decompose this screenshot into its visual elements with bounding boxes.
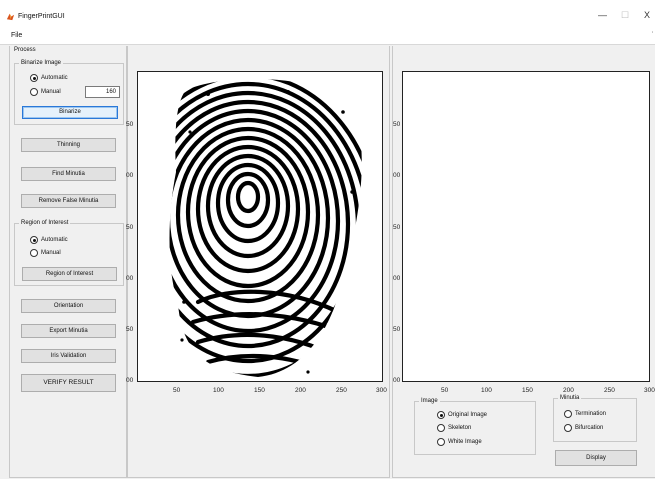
radio-label: Termination [575,411,607,417]
left-y-tick: 00 [126,377,134,384]
right-y-tick: 50 [393,121,401,128]
roi-group: Region of Interest Automatic Manual Regi… [14,220,124,286]
menu-file[interactable]: File [11,32,22,39]
binarize-group: Binarize Image Automatic Manual 160 Bina… [14,60,124,125]
iris-validation-button[interactable]: Iris Validation [21,349,116,363]
left-y-tick: 50 [126,224,134,231]
original-image-radio[interactable]: Original Image [437,411,487,419]
bifurcation-radio[interactable]: Bifurcation [564,424,603,432]
right-x-tick: 250 [604,387,615,394]
thinning-button[interactable]: Thinning [21,138,116,152]
radio-indicator [437,411,445,419]
right-x-tick: 50 [441,387,449,394]
maximize-button[interactable]: ☐ [621,10,629,20]
skeleton-radio[interactable]: Skeleton [437,424,471,432]
right-axes[interactable] [402,71,650,382]
window-title: FingerPrintGUI [18,13,65,20]
left-axes[interactable] [137,71,383,382]
left-x-tick: 200 [295,387,306,394]
right-y-tick: 50 [393,224,401,231]
fingerprint-image [169,78,362,377]
figure-area: Process Binarize Image Automatic Manual … [0,44,655,479]
radio-label: Skeleton [448,425,472,431]
termination-radio[interactable]: Termination [564,410,606,418]
radio-indicator [437,438,445,446]
right-x-tick: 300 [644,387,655,394]
display-button[interactable]: Display [555,450,637,466]
radio-indicator [30,249,38,257]
radio-indicator [30,236,38,244]
verify-result-button[interactable]: VERIFY RESULT [21,374,116,392]
find-minutia-button[interactable]: Find Minutia [21,167,116,181]
image-group-title: Image [419,398,440,405]
right-y-tick: 00 [393,275,401,282]
left-y-tick: 50 [126,121,134,128]
right-y-tick: 00 [393,172,401,179]
close-button[interactable]: X [644,10,650,20]
right-x-tick: 100 [481,387,492,394]
radio-label: Manual [41,250,61,256]
left-x-tick: 150 [254,387,265,394]
right-x-tick: 200 [563,387,574,394]
right-y-tick: 50 [393,326,401,333]
radio-indicator [30,88,38,96]
radio-label: White Image [448,439,482,445]
binarize-button[interactable]: Binarize [22,106,118,119]
radio-label: Manual [41,89,61,95]
threshold-input[interactable]: 160 [85,86,120,98]
binarize-group-title: Binarize Image [19,60,64,67]
radio-label: Bifurcation [575,425,604,431]
orientation-button[interactable]: Orientation [21,299,116,313]
binarize-automatic-radio[interactable]: Automatic [30,74,68,82]
export-minutia-button[interactable]: Export Minutia [21,324,116,338]
left-x-tick: 100 [213,387,224,394]
left-y-tick: 50 [126,326,134,333]
radio-indicator [564,424,572,432]
matlab-app-icon [6,13,15,21]
left-y-tick: 00 [126,172,134,179]
region-of-interest-button[interactable]: Region of Interest [22,267,117,281]
radio-label: Original Image [448,412,488,418]
remove-false-minutia-button[interactable]: Remove False Minutia [21,194,116,208]
right-y-tick: 00 [393,377,401,384]
menu-bar: File ʼ [0,30,655,42]
radio-indicator [30,74,38,82]
right-x-tick: 150 [522,387,533,394]
roi-group-title: Region of Interest [19,220,71,227]
menu-overflow-marker: ʼ [651,32,653,38]
title-bar: FingerPrintGUI — ☐ X [0,0,655,30]
minimize-button[interactable]: — [598,10,607,20]
radio-label: Automatic [41,75,68,81]
image-group: Image Original Image Skeleton White Imag… [414,398,536,455]
roi-automatic-radio[interactable]: Automatic [30,236,68,244]
minutia-group: Minutia Termination Bifurcation [553,395,637,442]
process-panel-title: Process [14,47,36,53]
roi-manual-radio[interactable]: Manual [30,249,61,257]
left-y-tick: 00 [126,275,134,282]
left-x-tick: 250 [336,387,347,394]
radio-label: Automatic [41,237,68,243]
white-image-radio[interactable]: White Image [437,438,482,446]
minutia-group-title: Minutia [558,395,582,402]
radio-indicator [564,410,572,418]
left-x-tick: 50 [173,387,181,394]
process-panel: Process Binarize Image Automatic Manual … [9,46,127,478]
radio-indicator [437,424,445,432]
binarize-manual-radio[interactable]: Manual [30,88,61,96]
left-x-tick: 300 [376,387,387,394]
